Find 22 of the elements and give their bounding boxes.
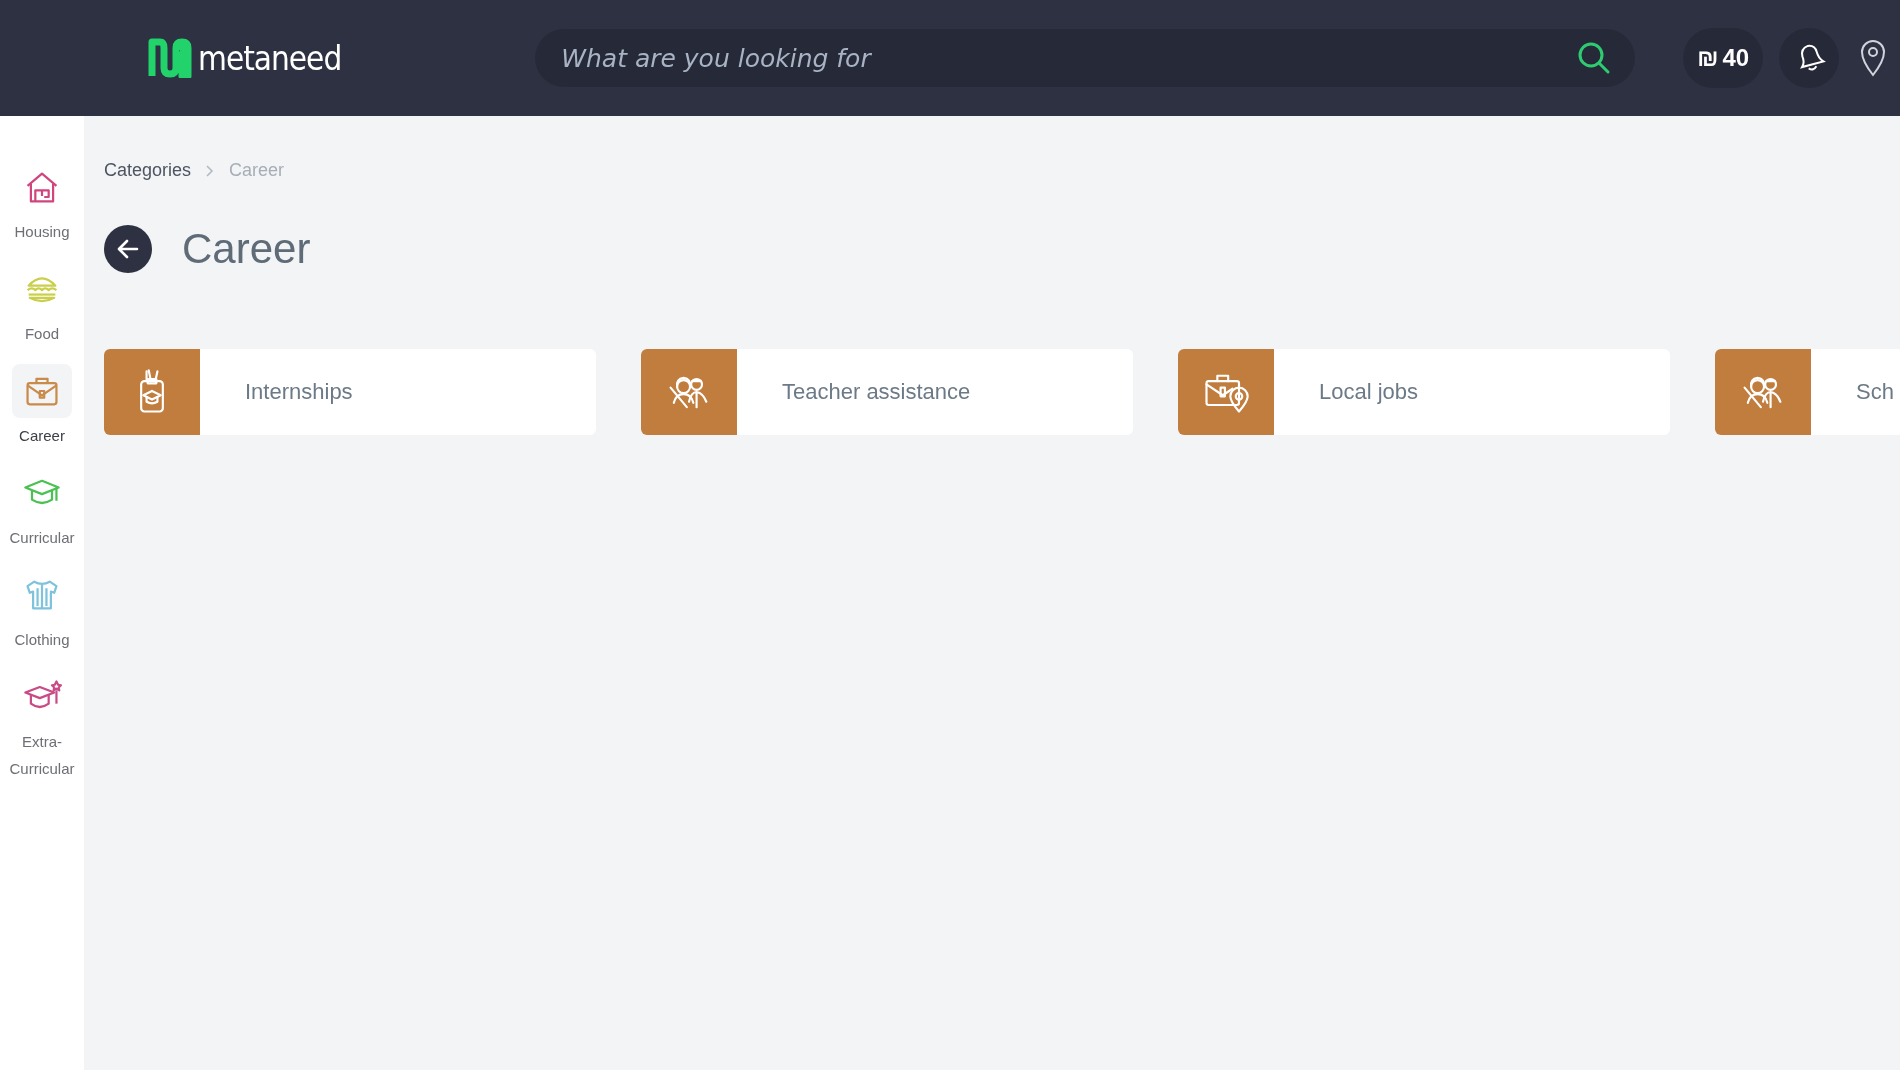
location-pin-icon[interactable] bbox=[1859, 39, 1888, 77]
search-input[interactable]: What are you looking for bbox=[559, 42, 1578, 74]
category-card[interactable]: Internships bbox=[104, 349, 596, 435]
sidebar-item[interactable]: Curricular bbox=[0, 460, 84, 555]
back-button[interactable] bbox=[104, 225, 152, 273]
search-field[interactable]: What are you looking for bbox=[535, 29, 1636, 87]
sidebar-item[interactable]: Food bbox=[0, 256, 84, 351]
category-card[interactable]: Local jobs bbox=[1178, 349, 1670, 435]
breadcrumb-current: Career bbox=[229, 160, 285, 181]
category-card[interactable]: Teacher assistance bbox=[641, 349, 1133, 435]
sidebar-item[interactable]: Career bbox=[0, 358, 84, 453]
logo-icon bbox=[148, 38, 192, 78]
search-icon[interactable] bbox=[1577, 41, 1612, 75]
sidebar-item[interactable]: Clothing bbox=[0, 562, 84, 657]
sidebar-item[interactable]: Extra-Curricular bbox=[0, 664, 84, 786]
breadcrumb-link[interactable]: Categories bbox=[104, 160, 192, 181]
chevron-icon bbox=[205, 163, 216, 178]
coins-balance[interactable]: ₪ 40 bbox=[1683, 28, 1764, 88]
sidebar-item[interactable]: Housing bbox=[0, 154, 84, 249]
page-title: Career bbox=[182, 225, 311, 273]
category-card[interactable]: Sch bbox=[1715, 349, 1900, 435]
logo-text[interactable]: metaneed bbox=[198, 38, 342, 78]
